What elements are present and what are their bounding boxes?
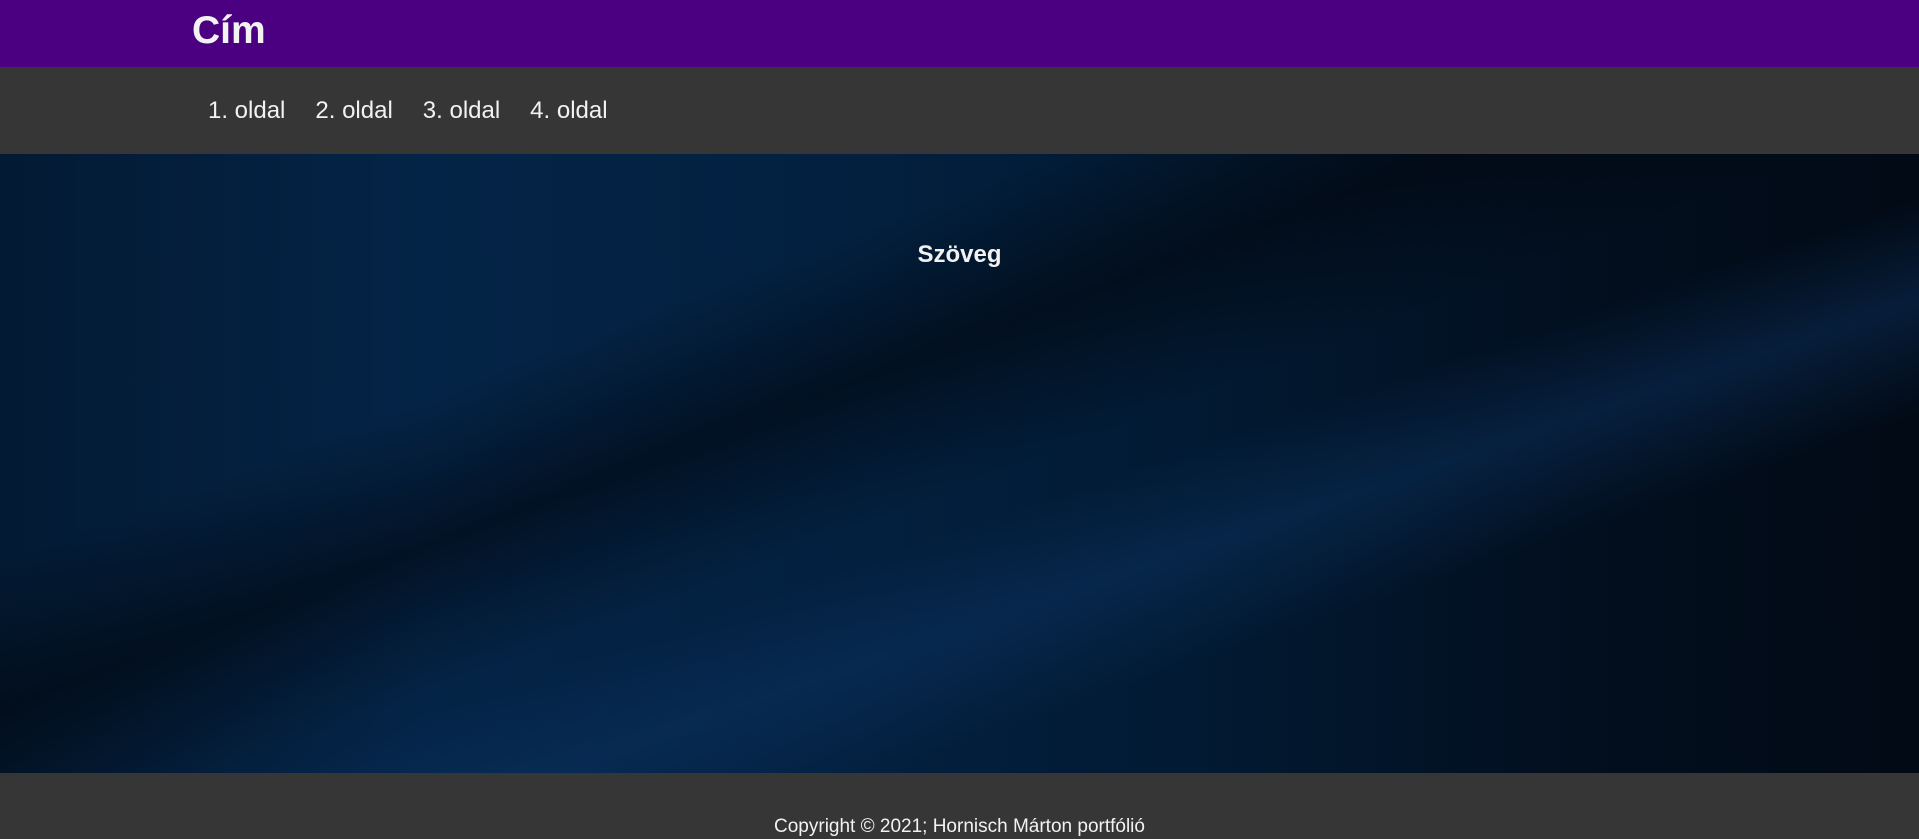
nav-link-page-4[interactable]: 4. oldal [515,97,622,125]
nav-link-page-3[interactable]: 3. oldal [408,97,515,125]
nav-list: 1. oldal 2. oldal 3. oldal 4. oldal [193,97,623,125]
nav-item-page-3: 3. oldal [408,97,515,125]
main-content-area: Szöveg [0,154,1919,773]
main-nav: 1. oldal 2. oldal 3. oldal 4. oldal [0,67,1919,154]
site-title: Cím [192,9,266,52]
main-text: Szöveg [917,241,1002,268]
nav-link-page-1[interactable]: 1. oldal [193,97,300,125]
copyright-text: Copyright © 2021; Hornisch Márton portfó… [774,816,1145,837]
site-footer: Copyright © 2021; Hornisch Márton portfó… [0,773,1919,839]
nav-item-page-4: 4. oldal [515,97,622,125]
background-image: Szöveg [0,154,1919,773]
site-header: Cím [0,0,1919,67]
nav-item-page-2: 2. oldal [300,97,407,125]
nav-item-page-1: 1. oldal [193,97,300,125]
nav-link-page-2[interactable]: 2. oldal [300,97,407,125]
